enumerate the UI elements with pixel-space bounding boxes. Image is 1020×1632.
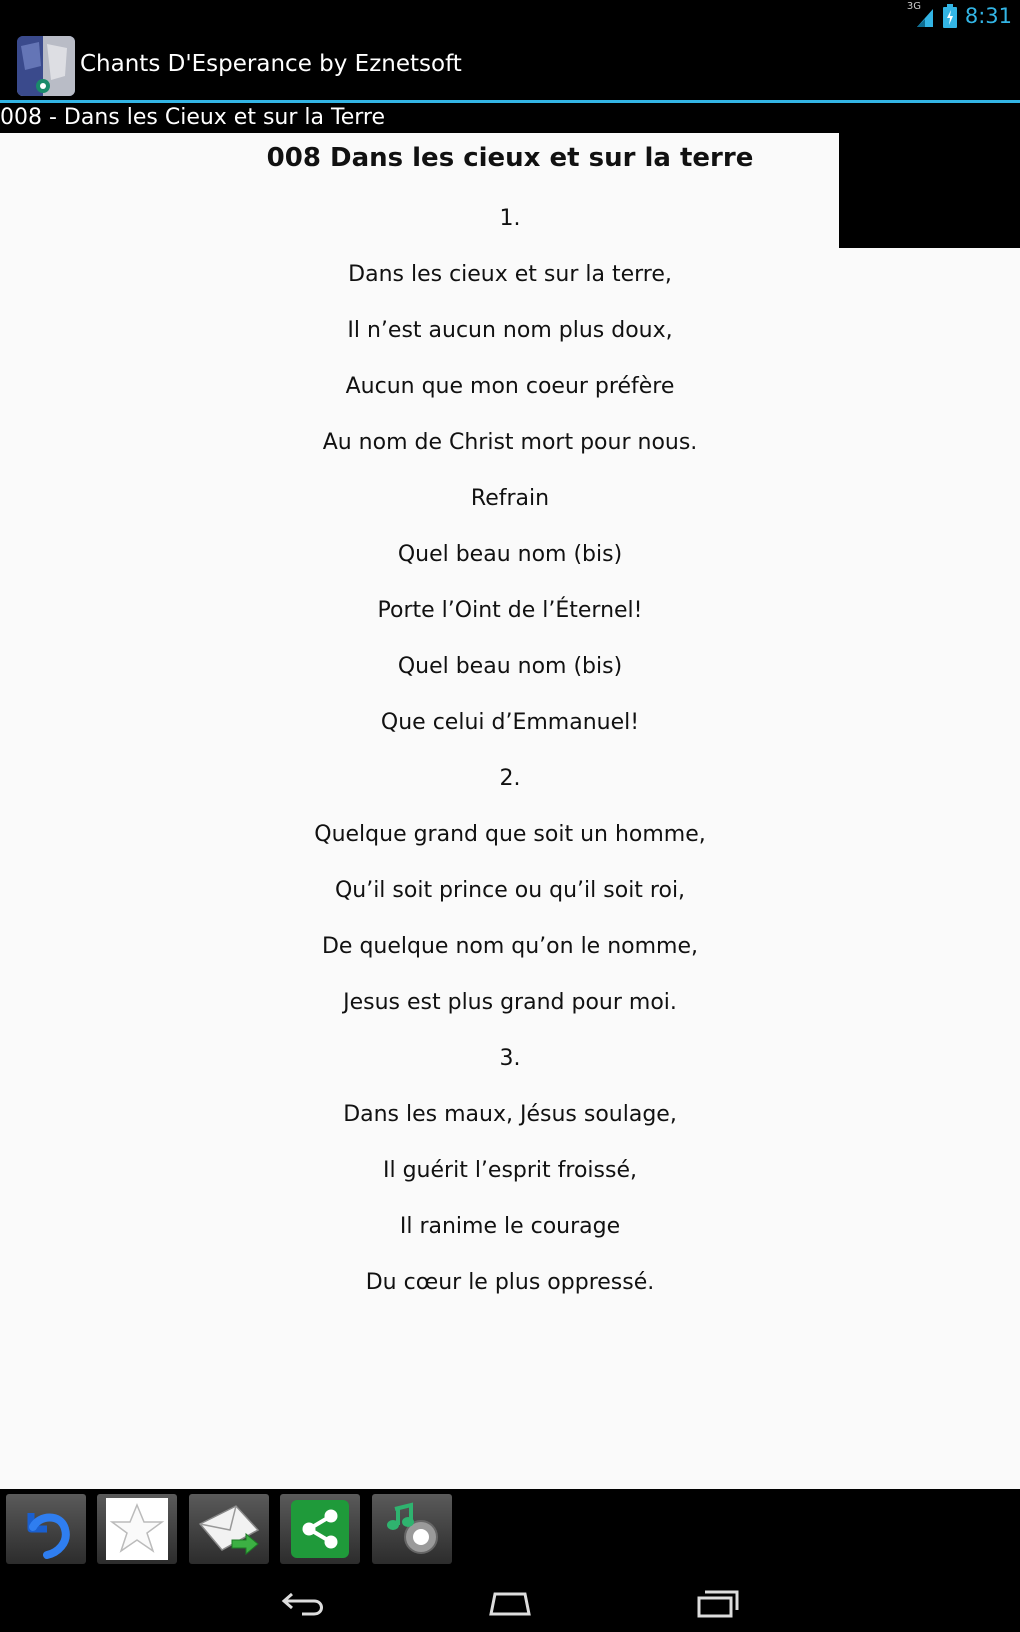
share-button[interactable] [280, 1494, 360, 1564]
nav-home-button[interactable] [480, 1585, 540, 1621]
lyric-line: Il ranime le courage [399, 1214, 621, 1239]
status-bar: 3G 8:31 [0, 0, 1020, 32]
song-subtitle: 008 - Dans les Cieux et sur la Terre [0, 105, 385, 130]
lyric-line: Il n’est aucun nom plus doux, [347, 318, 673, 343]
undo-arrow-icon [27, 1513, 70, 1559]
star-icon [109, 1503, 165, 1553]
music-note-icon [387, 1502, 438, 1554]
lyric-line: Jesus est plus grand pour moi. [343, 990, 677, 1015]
lyric-line: Quel beau nom (bis) [397, 542, 623, 567]
lyric-line: Aucun que mon coeur préfère [345, 374, 675, 399]
lyric-line: Refrain [470, 486, 550, 511]
nav-back-button[interactable] [274, 1585, 334, 1621]
status-time: 8:31 [964, 4, 1012, 28]
system-nav-bar [0, 1575, 1020, 1632]
nav-recents-button[interactable] [688, 1585, 748, 1621]
music-button[interactable] [372, 1494, 452, 1564]
signal-3g-icon: 3G [907, 1, 935, 29]
bottom-toolbar [0, 1489, 1020, 1632]
back-icon [281, 1592, 323, 1616]
lyric-line: 3. [499, 1046, 521, 1071]
lyric-line: Porte l’Oint de l’Éternel! [377, 598, 643, 623]
lyric-line: 1. [499, 206, 521, 231]
lyric-line: De quelque nom qu’on le nomme, [321, 934, 699, 959]
screen: 3G 8:31 Chants D'Esperance by Eznetsoft … [0, 0, 1020, 1632]
lyric-line: Dans les maux, Jésus soulage, [343, 1102, 677, 1127]
lyric-line: Dans les cieux et sur la terre, [348, 262, 672, 287]
back-button[interactable] [6, 1494, 86, 1564]
status-icons: 3G 8:31 [907, 1, 1012, 30]
battery-charging-icon [942, 4, 957, 28]
email-button[interactable] [189, 1494, 269, 1564]
lyric-line: Que celui d’Emmanuel! [380, 710, 640, 735]
lyric-line: Quelque grand que soit un homme, [314, 822, 706, 847]
app-title: Chants D'Esperance by Eznetsoft [80, 51, 462, 77]
lyric-line: Il guérit l’esprit froissé, [383, 1158, 637, 1183]
action-bar: Chants D'Esperance by Eznetsoft [0, 32, 1020, 100]
app-logo-icon[interactable] [17, 36, 75, 96]
home-icon [489, 1592, 531, 1616]
song-title: 008 Dans les cieux et sur la terre [266, 143, 754, 173]
lyric-line: Quel beau nom (bis) [397, 654, 623, 679]
recents-icon [697, 1590, 739, 1618]
subtitle-bar: 008 - Dans les Cieux et sur la Terre [0, 103, 1020, 133]
song-content[interactable]: 008 Dans les cieux et sur la terre 1. Da… [0, 133, 1020, 1489]
envelope-icon [198, 1505, 260, 1556]
lyric-line: Qu’il soit prince ou qu’il soit roi, [334, 878, 686, 903]
lyric-line: Au nom de Christ mort pour nous. [322, 430, 698, 455]
share-icon [302, 1509, 338, 1549]
lyric-line: Du cœur le plus oppressé. [365, 1270, 655, 1295]
song-lyrics: 1. Dans les cieux et sur la terre, Il n’… [0, 205, 1020, 1325]
lyric-line: 2. [499, 766, 521, 791]
favorite-button[interactable] [97, 1494, 177, 1564]
